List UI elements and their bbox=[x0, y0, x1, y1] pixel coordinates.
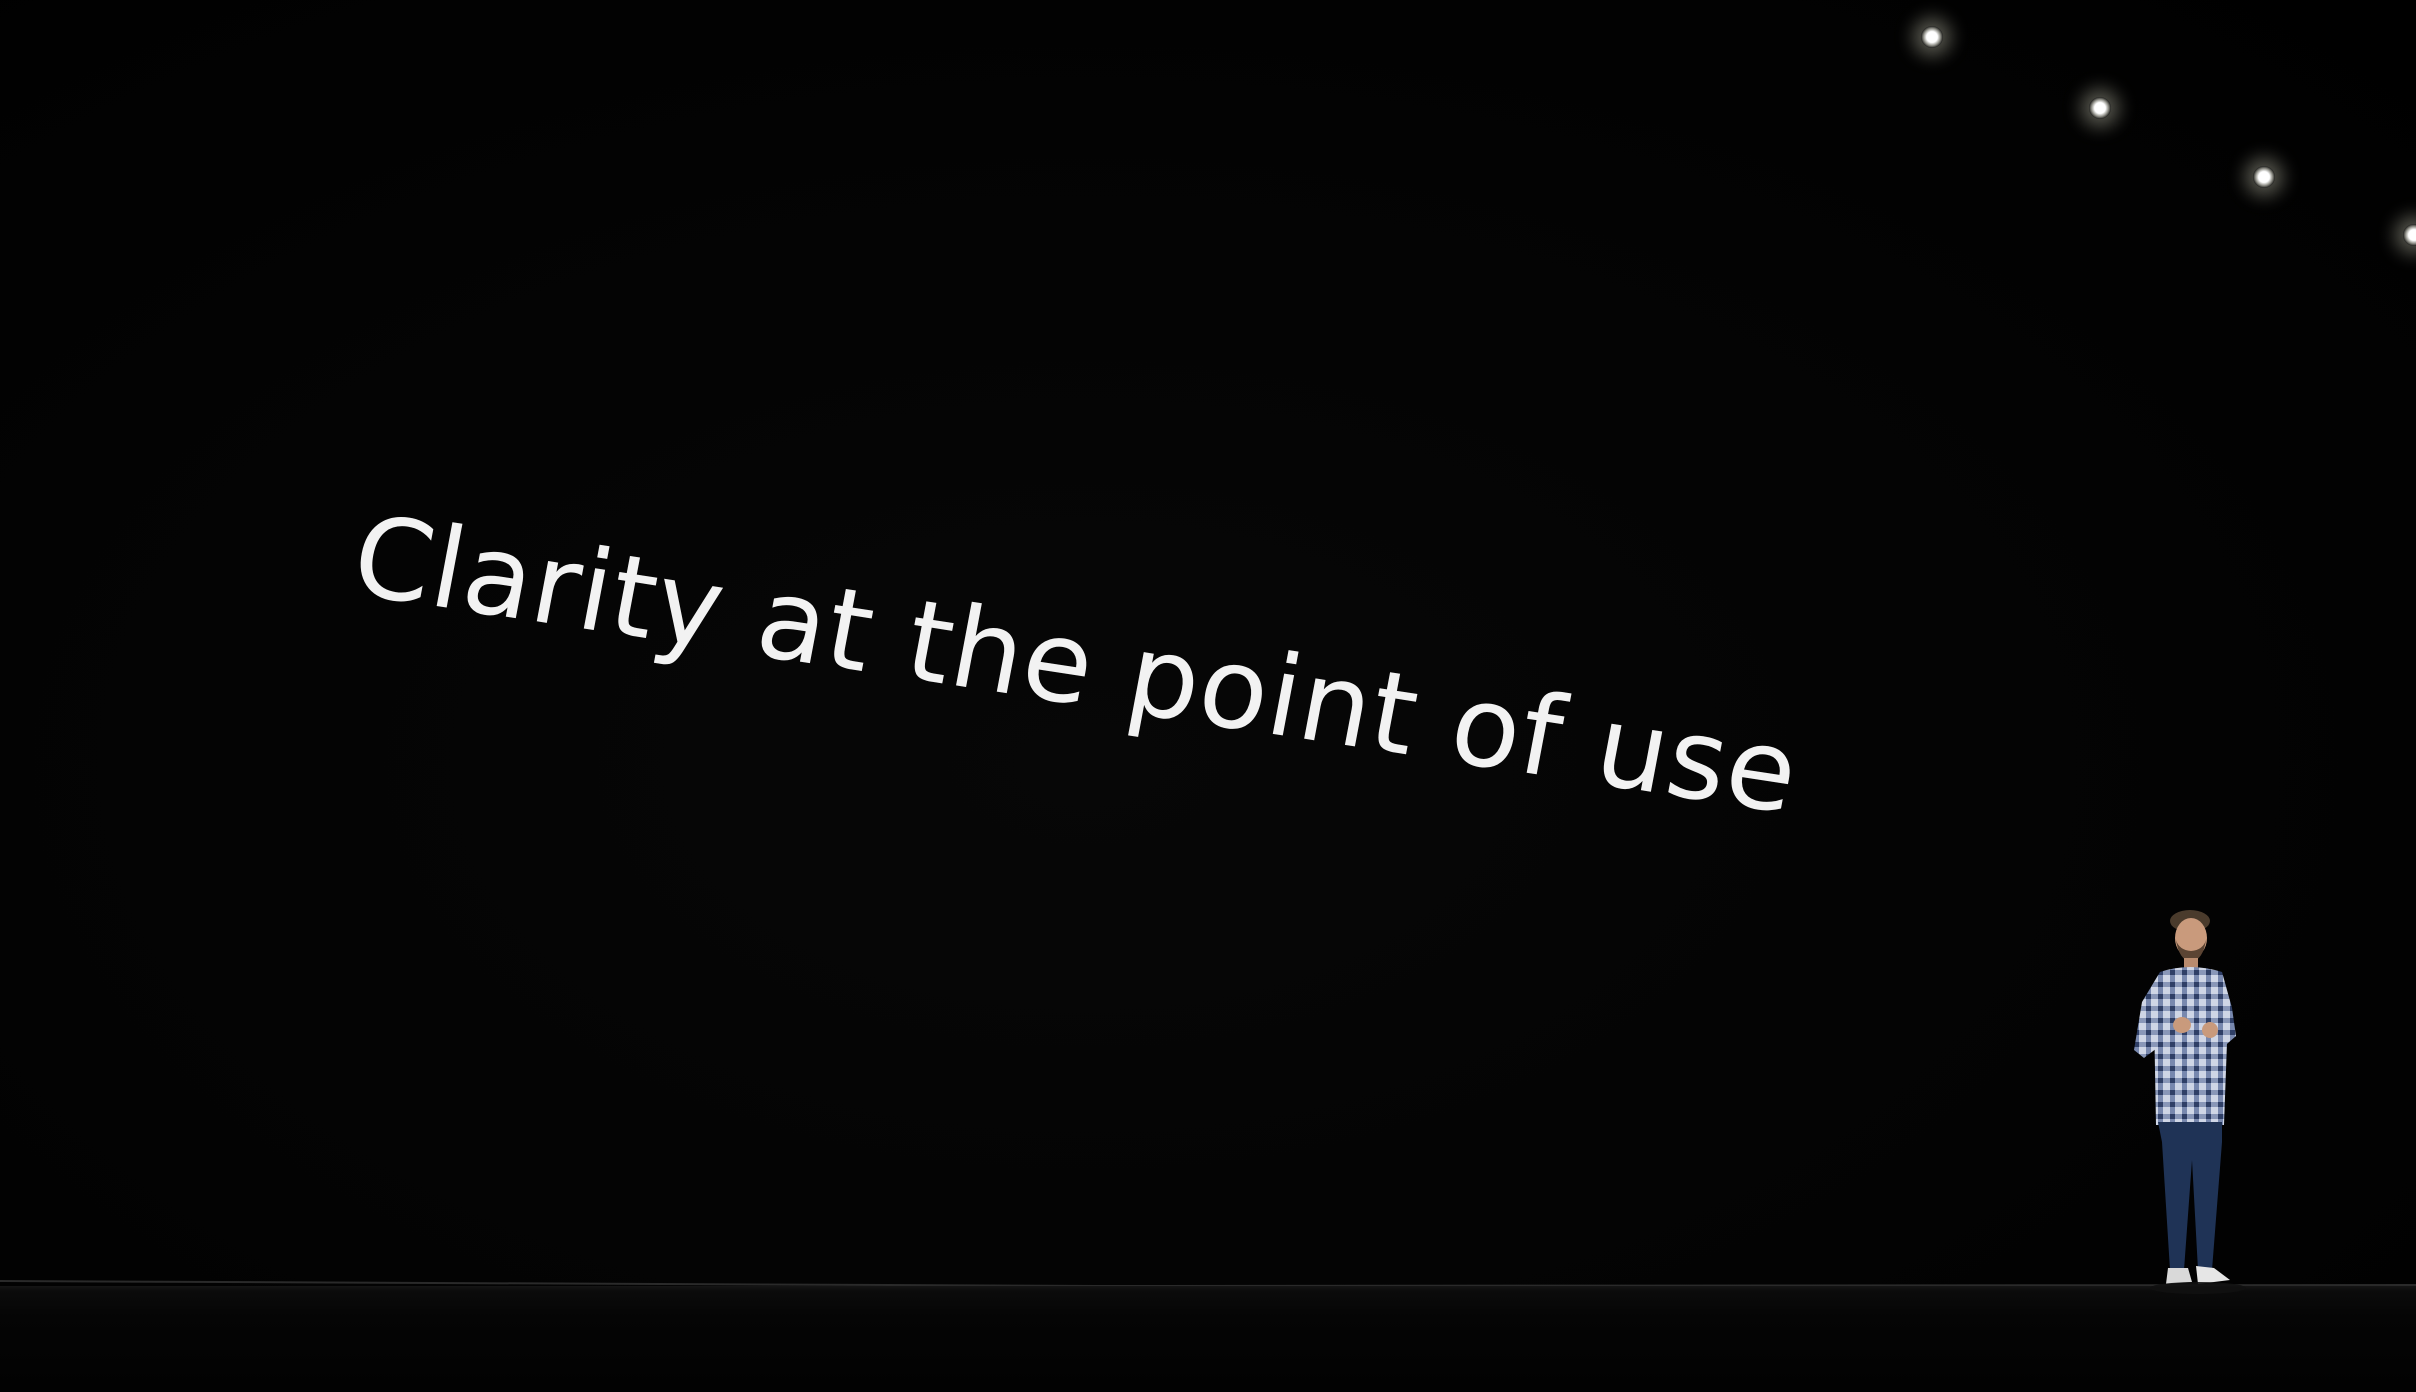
ceiling-light-2 bbox=[2089, 97, 2111, 119]
ceiling-light-4 bbox=[2403, 224, 2416, 246]
slide-headline: Clarity at the point of use bbox=[342, 491, 1809, 840]
keynote-stage: Clarity at the point of use bbox=[0, 0, 2416, 1392]
ceiling-light-1 bbox=[1921, 26, 1943, 48]
presenter bbox=[2134, 910, 2246, 1294]
ceiling-light-3 bbox=[2253, 166, 2275, 188]
stage-floor bbox=[0, 1286, 2416, 1392]
